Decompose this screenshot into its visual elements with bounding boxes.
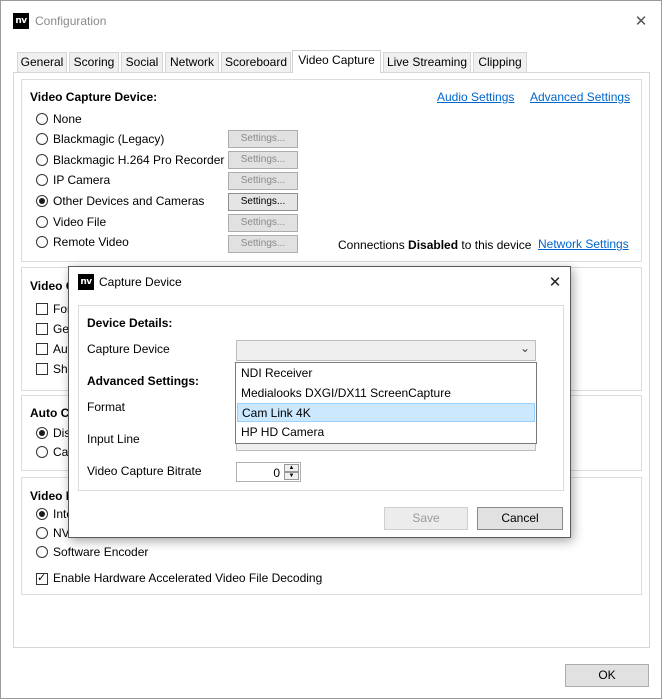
app-logo-icon: nv	[13, 13, 29, 29]
bitrate-value: 0	[273, 466, 280, 480]
bitrate-label: Video Capture Bitrate	[87, 464, 202, 478]
option-label: Blackmagic (Legacy)	[53, 132, 165, 146]
hw-decode-checkbox[interactable]	[36, 571, 48, 585]
radio-encoder-1[interactable]	[36, 508, 48, 520]
radio-auto-2[interactable]	[36, 446, 48, 458]
group-title: Video Capture Device:	[30, 90, 158, 104]
checkbox-3[interactable]	[36, 343, 48, 355]
capture-device-select[interactable]: ⌄	[236, 340, 536, 361]
input-line-label: Input Line	[87, 432, 140, 446]
dialog-logo-icon: nv	[78, 274, 94, 290]
checkbox-2[interactable]	[36, 323, 48, 335]
close-icon[interactable]: ✕	[632, 12, 650, 30]
connections-status-text: Connections Disabled to this device	[338, 237, 531, 253]
dialog-close-icon[interactable]: ✕	[546, 273, 564, 291]
video-file-settings-button[interactable]: Settings...	[228, 214, 298, 232]
option-label: None	[53, 112, 82, 126]
dropdown-item[interactable]: NDI Receiver	[237, 364, 535, 383]
option-label: Blackmagic H.264 Pro Recorder	[53, 153, 225, 167]
tab-clipping[interactable]: Clipping	[473, 52, 527, 72]
tab-general[interactable]: General	[17, 52, 67, 72]
connections-suffix: to this device	[458, 238, 532, 252]
radio-blackmagic-h264[interactable]	[36, 154, 48, 166]
other-devices-settings-button[interactable]: Settings...	[228, 193, 298, 211]
tab-social[interactable]: Social	[121, 52, 163, 72]
tab-scoreboard[interactable]: Scoreboard	[221, 52, 291, 72]
blackmagic-h264-settings-button[interactable]: Settings...	[228, 151, 298, 169]
tab-scoring[interactable]: Scoring	[69, 52, 119, 72]
dropdown-item[interactable]: HP HD Camera	[237, 423, 535, 442]
device-details-title: Device Details:	[87, 316, 173, 330]
video-capture-device-group: Video Capture Device: Audio Settings Adv…	[21, 79, 642, 262]
window-title: Configuration	[35, 14, 107, 28]
chevron-down-icon: ⌄	[519, 341, 530, 355]
spin-up-icon[interactable]: ▲	[284, 464, 299, 472]
checkbox-4[interactable]	[36, 363, 48, 375]
advanced-settings-link[interactable]: Advanced Settings	[530, 90, 630, 104]
capture-device-label: Capture Device	[87, 342, 170, 356]
radio-remote-video[interactable]	[36, 236, 48, 248]
checkbox-1[interactable]	[36, 303, 48, 315]
ip-camera-settings-button[interactable]: Settings...	[228, 172, 298, 190]
cancel-button[interactable]: Cancel	[477, 507, 563, 530]
radio-none[interactable]	[36, 113, 48, 125]
option-label: Other Devices and Cameras	[53, 194, 205, 208]
radio-video-file[interactable]	[36, 216, 48, 228]
blackmagic-legacy-settings-button[interactable]: Settings...	[228, 130, 298, 148]
bitrate-stepper[interactable]: 0 ▲ ▼	[236, 462, 301, 482]
radio-label: Software Encoder	[53, 545, 149, 559]
radio-auto-1[interactable]	[36, 427, 48, 439]
option-label: IP Camera	[53, 173, 111, 187]
hw-decode-label: Enable Hardware Accelerated Video File D…	[53, 571, 323, 585]
option-label: Video File	[53, 215, 107, 229]
remote-video-settings-button[interactable]: Settings...	[228, 235, 298, 253]
save-button[interactable]: Save	[384, 507, 468, 530]
spin-down-icon[interactable]: ▼	[284, 472, 299, 480]
format-label: Format	[87, 400, 126, 414]
audio-settings-link[interactable]: Audio Settings	[437, 90, 514, 104]
title-bar: nv Configuration ✕	[1, 1, 661, 41]
advanced-settings-title: Advanced Settings:	[87, 374, 200, 388]
connections-prefix: Connections	[338, 238, 409, 252]
group-title: Auto C	[30, 406, 70, 420]
radio-encoder-nv[interactable]	[36, 527, 48, 539]
option-label: Remote Video	[53, 235, 129, 249]
radio-other-devices[interactable]	[36, 195, 48, 207]
ok-button[interactable]: OK	[565, 664, 649, 687]
tab-live-streaming[interactable]: Live Streaming	[383, 52, 471, 72]
connections-status: Disabled	[408, 238, 459, 252]
tab-network[interactable]: Network	[165, 52, 219, 72]
tab-video-capture[interactable]: Video Capture	[292, 50, 381, 73]
radio-software-encoder[interactable]	[36, 546, 48, 558]
dropdown-item-selected[interactable]: Cam Link 4K	[237, 403, 535, 422]
dropdown-item[interactable]: Medialooks DXGI/DX11 ScreenCapture	[237, 384, 535, 403]
capture-device-dropdown-list: NDI Receiver Medialooks DXGI/DX11 Screen…	[235, 362, 537, 444]
radio-ip-camera[interactable]	[36, 174, 48, 186]
radio-blackmagic-legacy[interactable]	[36, 133, 48, 145]
dialog-title: Capture Device	[99, 275, 182, 289]
network-settings-link[interactable]: Network Settings	[538, 237, 629, 251]
